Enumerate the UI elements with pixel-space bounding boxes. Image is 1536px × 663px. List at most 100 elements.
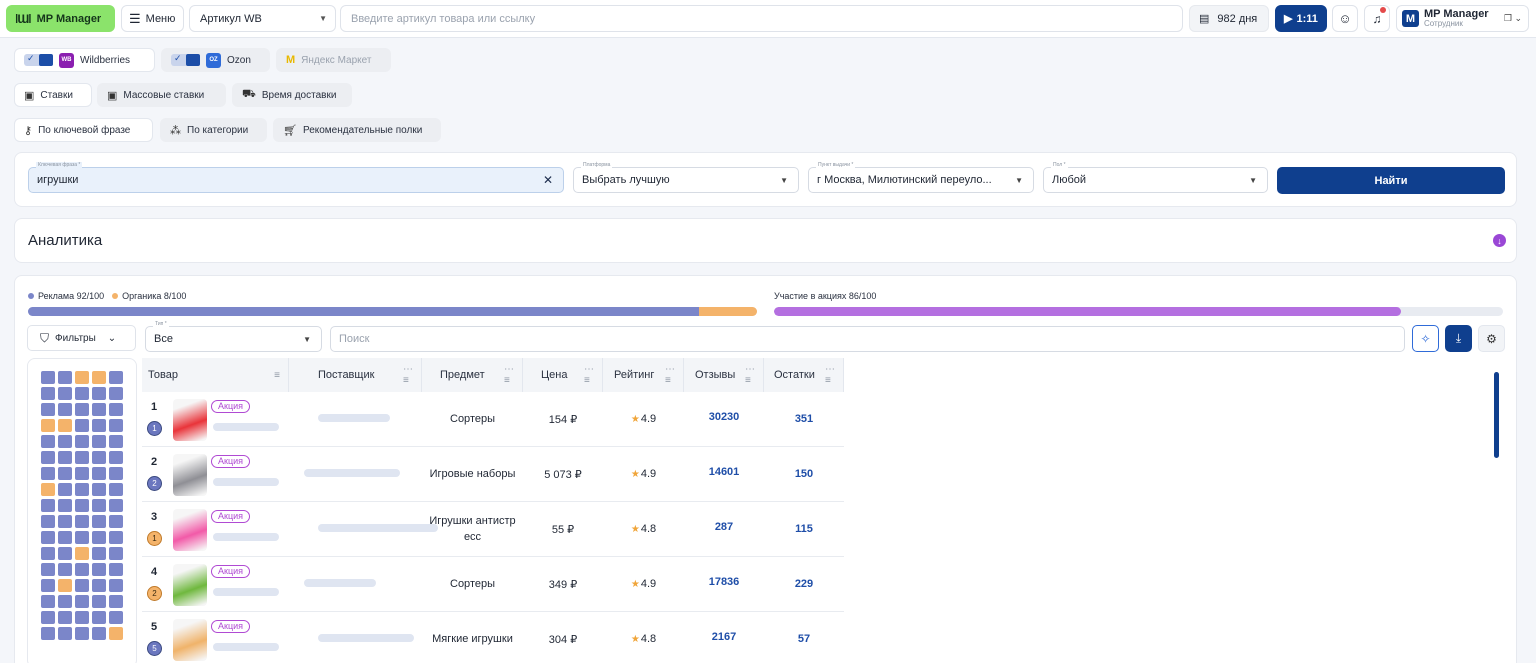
heatmap-cell-ad[interactable] [58,387,72,400]
platform-select[interactable]: Платформа Выбрать лучшую ▼ [573,162,799,193]
heatmap-cell-ad[interactable] [58,451,72,464]
heatmap-cell-ad[interactable] [92,515,106,528]
heatmap-cell-ad[interactable] [58,435,72,448]
heatmap-cell-ad[interactable] [75,387,89,400]
heatmap-cell-ad[interactable] [75,483,89,496]
heatmap-cell-ad[interactable] [92,435,106,448]
heatmap-cell-organic[interactable] [109,627,123,640]
heatmap-cell-ad[interactable] [109,435,123,448]
product-name-blurred[interactable] [213,533,279,541]
heatmap-cell-ad[interactable] [41,579,55,592]
marketplace-wildberries[interactable]: ✓ WB Wildberries [14,48,155,72]
heatmap-cell-ad[interactable] [75,627,89,640]
column-header-price[interactable]: Цена ⋯ ≡ [523,358,603,392]
heatmap-cell-ad[interactable] [109,579,123,592]
heatmap-cell-ad[interactable] [58,627,72,640]
heatmap-cell-ad[interactable] [92,387,106,400]
heatmap-cell-ad[interactable] [41,595,55,608]
table-row[interactable]: 4 2 Акция Сортеры 349 ₽ ★ 4.9 17836 229 [142,557,844,612]
heatmap-cell-ad[interactable] [41,387,55,400]
product-name-blurred[interactable] [213,643,279,651]
heatmap-cell-organic[interactable] [41,483,55,496]
settings-button[interactable]: ⚙ [1478,325,1505,352]
heatmap-cell-ad[interactable] [75,515,89,528]
heatmap-cell-ad[interactable] [109,595,123,608]
stock-cell[interactable]: 150 [764,447,844,501]
supplier-name-blurred[interactable] [304,469,400,477]
heatmap-cell-ad[interactable] [41,563,55,576]
mode-recommendation-shelves[interactable]: 🛒︎ Рекомендательные полки [273,118,441,142]
heatmap-cell-ad[interactable] [41,547,55,560]
keyword-field[interactable]: Ключевая фраза * игрушки ✕ [28,162,564,193]
heatmap-cell-ad[interactable] [41,467,55,480]
product-thumbnail[interactable] [173,399,207,441]
product-name-blurred[interactable] [213,423,279,431]
clear-icon[interactable]: ✕ [543,173,553,187]
reviews-cell[interactable]: 2167 [684,610,764,663]
reviews-cell[interactable]: 17836 [684,555,764,609]
heatmap-cell-ad[interactable] [109,499,123,512]
table-row[interactable]: 2 2 Акция Игровые наборы 5 073 ₽ ★ 4.9 14601 150 [142,447,844,502]
heatmap-cell-ad[interactable] [75,579,89,592]
supplier-name-blurred[interactable] [318,414,390,422]
heatmap-cell-ad[interactable] [109,563,123,576]
heatmap-cell-ad[interactable] [58,563,72,576]
find-button[interactable]: Найти [1277,167,1505,194]
heatmap-cell-ad[interactable] [92,595,106,608]
column-menu-icon[interactable]: ⋯ ≡ [504,364,514,386]
stock-cell[interactable]: 115 [764,502,844,556]
column-menu-icon[interactable]: ⋯ ≡ [403,364,413,386]
column-menu-icon[interactable]: ⋯ ≡ [825,364,835,386]
heatmap-cell-ad[interactable] [109,531,123,544]
heatmap-cell-ad[interactable] [58,547,72,560]
heatmap-cell-ad[interactable] [92,499,106,512]
heatmap-cell-ad[interactable] [75,419,89,432]
heatmap-cell-ad[interactable] [75,611,89,624]
heatmap-cell-ad[interactable] [92,451,106,464]
heatmap-cell-ad[interactable] [75,435,89,448]
marketplace-yandex[interactable]: M Яндекс Маркет [276,48,391,72]
heatmap-cell-ad[interactable] [92,563,106,576]
heatmap-cell-ad[interactable] [92,547,106,560]
heatmap-cell-ad[interactable] [109,547,123,560]
heatmap-cell-ad[interactable] [109,483,123,496]
stock-cell[interactable]: 229 [764,557,844,611]
video-call-button[interactable]: ▶ 1:11 [1275,5,1327,32]
heatmap-cell-ad[interactable] [41,451,55,464]
ozon-toggle[interactable]: ✓ [171,53,200,66]
column-header-supplier[interactable]: Поставщик ⋯ ≡ [289,358,422,392]
heatmap-cell-ad[interactable] [109,611,123,624]
analytics-card[interactable]: Аналитика ↓ [14,218,1517,263]
heatmap-cell-ad[interactable] [41,531,55,544]
product-name-blurred[interactable] [213,588,279,596]
app-logo[interactable]: ǀƜǀ MP Manager [6,5,115,32]
mode-keyword[interactable]: ⚷ По ключевой фразе [14,118,153,142]
heatmap-cell-organic[interactable] [58,579,72,592]
tab-bids[interactable]: ▣ Ставки [14,83,92,107]
heatmap-cell-ad[interactable] [109,387,123,400]
tab-mass-bids[interactable]: ▣ Массовые ставки [97,83,226,107]
table-row[interactable]: 1 1 Акция Сортеры 154 ₽ ★ 4.9 30230 351 [142,392,844,447]
heatmap-cell-ad[interactable] [41,435,55,448]
tab-delivery-time[interactable]: ⛟ Время доставки [232,83,352,107]
heatmap-cell-ad[interactable] [109,451,123,464]
supplier-name-blurred[interactable] [318,524,438,532]
heatmap-cell-ad[interactable] [109,419,123,432]
heatmap-cell-ad[interactable] [58,499,72,512]
reviews-cell[interactable]: 14601 [684,445,764,499]
heatmap-cell-ad[interactable] [58,611,72,624]
product-name-blurred[interactable] [213,478,279,486]
reviews-cell[interactable]: 30230 [684,390,764,444]
ai-sparkle-button[interactable]: ✧ [1412,325,1439,352]
notifications-button[interactable]: ♫ [1364,5,1390,32]
pickup-point-select[interactable]: Пункт выдачи * г Москва, Милютинский пер… [808,162,1034,193]
heatmap-cell-ad[interactable] [75,563,89,576]
heatmap-cell-ad[interactable] [58,483,72,496]
heatmap-cell-ad[interactable] [109,371,123,384]
table-search-input[interactable]: Поиск [330,326,1405,352]
column-header-subject[interactable]: Предмет ⋯ ≡ [422,358,523,392]
product-thumbnail[interactable] [173,619,207,661]
gender-select[interactable]: Пол * Любой ▼ [1043,162,1268,193]
column-header-rating[interactable]: Рейтинг ⋯ ≡ [603,358,684,392]
column-menu-icon[interactable]: ⋯ ≡ [665,364,675,386]
